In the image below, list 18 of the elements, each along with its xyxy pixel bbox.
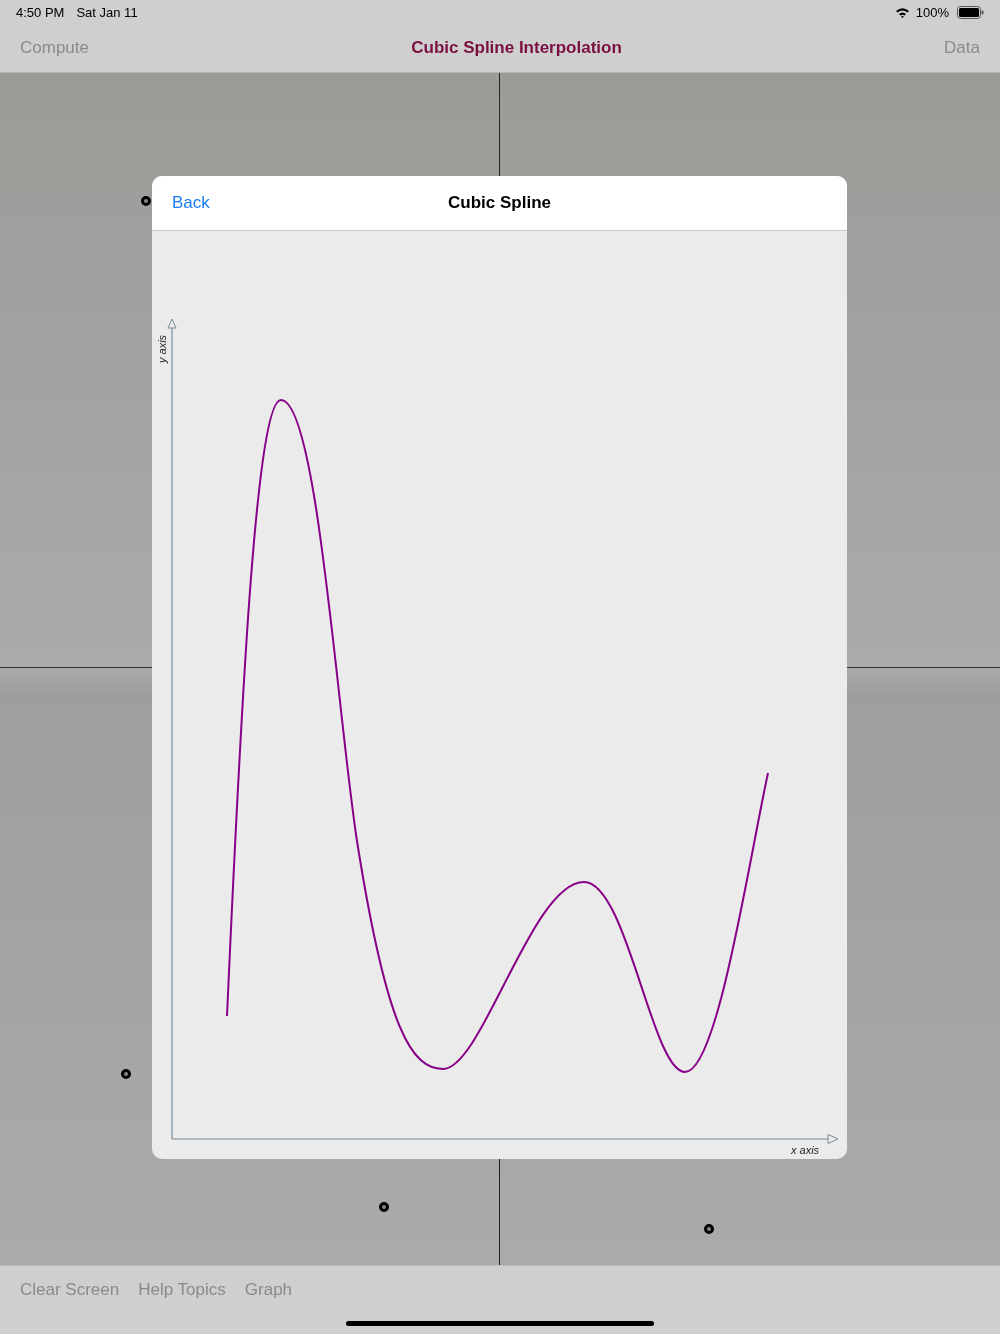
nav-title: Cubic Spline Interpolation xyxy=(411,38,622,58)
data-point xyxy=(121,1069,131,1079)
compute-button[interactable]: Compute xyxy=(20,38,89,58)
y-axis-label: y axis xyxy=(156,334,168,363)
toolbar-button[interactable]: Help Topics xyxy=(138,1280,226,1300)
back-button[interactable]: Back xyxy=(172,193,210,213)
data-button[interactable]: Data xyxy=(944,38,980,58)
x-axis-label: x axis xyxy=(791,1144,820,1156)
status-time: 4:50 PM xyxy=(16,4,65,20)
data-point xyxy=(704,1224,714,1234)
battery-icon xyxy=(957,5,984,19)
data-point xyxy=(379,1202,389,1212)
dialog-title: Cubic Spline xyxy=(448,193,551,213)
toolbar-button[interactable]: Graph xyxy=(244,1280,293,1300)
toolbar-button[interactable]: Clear Screen xyxy=(20,1280,120,1300)
wifi-icon xyxy=(894,6,910,18)
battery-percent: 100% xyxy=(915,4,949,20)
status-date: Sat Jan 11 xyxy=(76,4,138,20)
